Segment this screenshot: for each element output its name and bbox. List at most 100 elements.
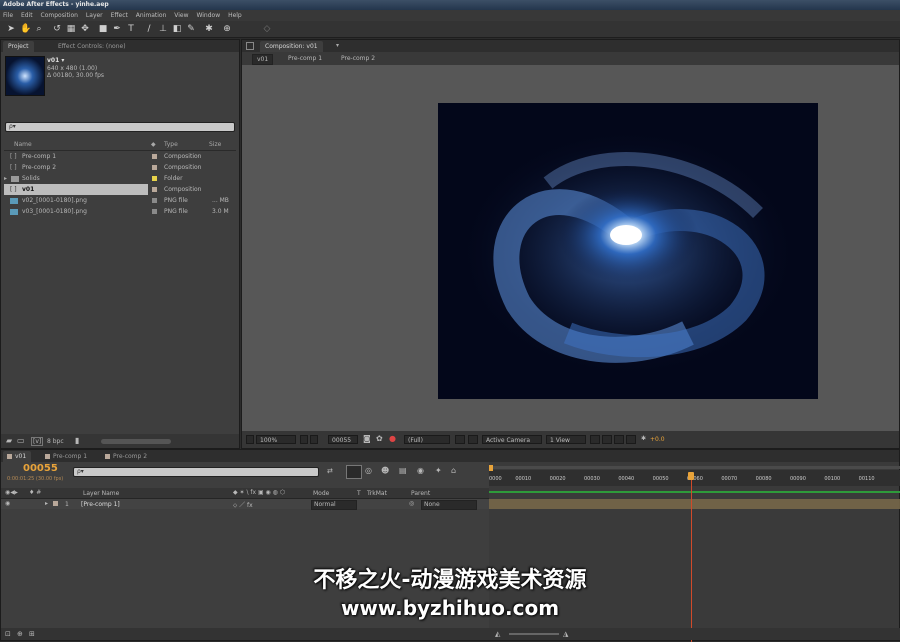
project-item-v01-selected[interactable]: [ ] v01 bbox=[4, 184, 148, 195]
project-item-precomp2[interactable]: [ ] Pre-comp 2 Composition bbox=[4, 162, 236, 173]
blend-mode-dropdown[interactable]: Normal bbox=[311, 500, 357, 510]
transparency-grid-icon[interactable] bbox=[468, 435, 478, 444]
brush-tool-icon[interactable]: / bbox=[144, 24, 154, 34]
menu-help[interactable]: Help bbox=[228, 12, 242, 19]
zoom-out-icon[interactable]: ◭ bbox=[495, 630, 500, 638]
frame-blending-icon[interactable]: ▤ bbox=[399, 466, 407, 475]
menu-view[interactable]: View bbox=[174, 12, 188, 19]
views-dropdown[interactable]: 1 View bbox=[546, 435, 586, 444]
pickwhip-icon[interactable]: ◎ bbox=[409, 500, 414, 507]
brainstorm-icon[interactable]: ✦ bbox=[435, 466, 442, 475]
parent-dropdown[interactable]: None bbox=[421, 500, 477, 510]
current-time-indicator[interactable] bbox=[687, 472, 694, 480]
text-tool-icon[interactable]: T bbox=[126, 24, 136, 34]
project-search-input[interactable]: ρ▾ bbox=[5, 122, 235, 132]
region-of-interest-icon[interactable] bbox=[455, 435, 465, 444]
motion-blur-icon[interactable]: ◉ bbox=[417, 466, 424, 475]
eraser-tool-icon[interactable]: ◧ bbox=[172, 24, 182, 34]
galaxy-render-frame[interactable] bbox=[438, 103, 818, 399]
label-tag-icon[interactable]: ◆ bbox=[151, 140, 156, 150]
tab-effect-controls[interactable]: Effect Controls: (none) bbox=[53, 41, 131, 52]
clone-stamp-tool-icon[interactable]: ⊥ bbox=[158, 24, 168, 34]
menu-layer[interactable]: Layer bbox=[86, 12, 103, 19]
safe-zones-icon[interactable] bbox=[300, 435, 308, 444]
snapshot-icon[interactable]: ◙ bbox=[363, 434, 371, 443]
puppet-tool-icon[interactable]: ✱ bbox=[204, 24, 214, 34]
work-area-start-handle[interactable] bbox=[489, 465, 493, 471]
live-update-icon[interactable] bbox=[346, 465, 362, 479]
roto-brush-tool-icon[interactable]: ✎ bbox=[186, 24, 196, 34]
color-channel-icon[interactable]: ● bbox=[389, 434, 396, 443]
tab-project[interactable]: Project bbox=[3, 41, 34, 52]
work-area-bar[interactable] bbox=[489, 466, 900, 469]
col-layer-name[interactable]: Layer Name bbox=[83, 490, 119, 497]
hand-tool-icon[interactable]: ✋ bbox=[20, 24, 31, 34]
col-trkmat[interactable]: TrkMat bbox=[367, 490, 387, 497]
fast-previews-icon[interactable] bbox=[602, 435, 612, 444]
col-name[interactable]: Name bbox=[14, 140, 32, 150]
expand-layer-icon[interactable]: ▸ bbox=[45, 500, 48, 507]
snap-icon[interactable]: ◇ bbox=[262, 24, 272, 34]
tab-composition-v01[interactable]: Composition: v01 bbox=[260, 41, 323, 52]
expand-triangle-icon[interactable]: ▸ bbox=[4, 173, 7, 184]
label-swatch[interactable] bbox=[152, 154, 157, 159]
zoom-in-icon[interactable]: ◮ bbox=[563, 630, 568, 638]
zoom-slider[interactable] bbox=[509, 633, 559, 635]
lock-icon[interactable] bbox=[246, 42, 254, 50]
menu-edit[interactable]: Edit bbox=[21, 12, 33, 19]
camera-dropdown[interactable]: Active Camera bbox=[482, 435, 542, 444]
layer-duration-bar[interactable] bbox=[489, 499, 900, 509]
crumb-precomp2[interactable]: Pre-comp 2 bbox=[337, 54, 379, 63]
rotate-tool-icon[interactable]: ↺ bbox=[52, 24, 62, 34]
interpret-footage-icon[interactable]: ▰ bbox=[6, 436, 12, 445]
exposure-value[interactable]: +0.0 bbox=[650, 436, 665, 443]
label-swatch[interactable] bbox=[152, 209, 157, 214]
col-t[interactable]: T bbox=[357, 490, 361, 497]
label-swatch[interactable] bbox=[152, 176, 157, 181]
hide-shy-layers-icon[interactable]: ☻ bbox=[381, 466, 389, 475]
graph-editor-icon[interactable]: ⌂ bbox=[451, 466, 456, 475]
current-time-field[interactable]: 00055 bbox=[328, 435, 358, 444]
crumb-precomp1[interactable]: Pre-comp 1 bbox=[284, 54, 326, 63]
zoom-dropdown[interactable]: 100% bbox=[256, 435, 296, 444]
timeline-search-input[interactable]: ρ▾ bbox=[73, 467, 319, 477]
timeline-toggle-icon[interactable] bbox=[614, 435, 624, 444]
menu-composition[interactable]: Composition bbox=[41, 12, 78, 19]
av-features-icon[interactable]: ◉◀▸ bbox=[5, 489, 18, 496]
layer-switches-icon[interactable]: ⬦ ／ fx bbox=[233, 500, 253, 510]
flowchart-icon[interactable] bbox=[626, 435, 636, 444]
pen-tool-icon[interactable]: ✒ bbox=[112, 24, 122, 34]
zoom-tool-icon[interactable]: ⌕ bbox=[34, 24, 44, 34]
axis-tool-icon[interactable]: ⊕ bbox=[222, 24, 232, 34]
new-folder-icon[interactable]: ▭ bbox=[17, 436, 25, 445]
exposure-icon[interactable]: ✱ bbox=[641, 435, 646, 442]
project-item-v03[interactable]: v03_[0001-0180].png PNG file 3.0 M bbox=[4, 206, 236, 217]
trash-icon[interactable]: ▮ bbox=[75, 436, 79, 445]
draft-3d-icon[interactable]: ◎ bbox=[365, 466, 372, 475]
thumbnail-size-slider[interactable] bbox=[101, 439, 171, 444]
menu-window[interactable]: Window bbox=[196, 12, 220, 19]
label-swatch[interactable] bbox=[53, 501, 58, 506]
col-mode[interactable]: Mode bbox=[313, 490, 329, 497]
toggle-modes-icon[interactable]: ⊕ bbox=[17, 630, 23, 638]
selection-tool-icon[interactable]: ➤ bbox=[6, 24, 16, 34]
menu-file[interactable]: File bbox=[3, 12, 13, 19]
always-preview-icon[interactable] bbox=[246, 435, 254, 444]
project-item-v01-meta[interactable]: Composition bbox=[148, 184, 236, 195]
grid-icon[interactable] bbox=[310, 435, 318, 444]
resolution-dropdown[interactable]: (Full) bbox=[404, 435, 450, 444]
viewer-area[interactable] bbox=[242, 65, 899, 431]
toggle-in-out-icon[interactable]: ⊞ bbox=[29, 630, 35, 638]
menu-animation[interactable]: Animation bbox=[136, 12, 167, 19]
project-item-solids[interactable]: ▸ Solids Folder bbox=[4, 173, 236, 184]
menu-effect[interactable]: Effect bbox=[111, 12, 128, 19]
project-item-precomp1[interactable]: [ ] Pre-comp 1 Composition bbox=[4, 151, 236, 162]
col-size[interactable]: Size bbox=[209, 140, 221, 150]
tab-timeline-precomp1[interactable]: Pre-comp 1 bbox=[41, 451, 92, 462]
label-swatch[interactable] bbox=[152, 198, 157, 203]
tab-timeline-precomp2[interactable]: Pre-comp 2 bbox=[101, 451, 152, 462]
toggle-switches-icon[interactable]: ⊡ bbox=[5, 630, 11, 638]
chevron-down-icon[interactable]: ▾ bbox=[336, 42, 339, 49]
tab-timeline-v01[interactable]: v01 bbox=[3, 451, 32, 462]
col-type[interactable]: Type bbox=[164, 140, 178, 150]
